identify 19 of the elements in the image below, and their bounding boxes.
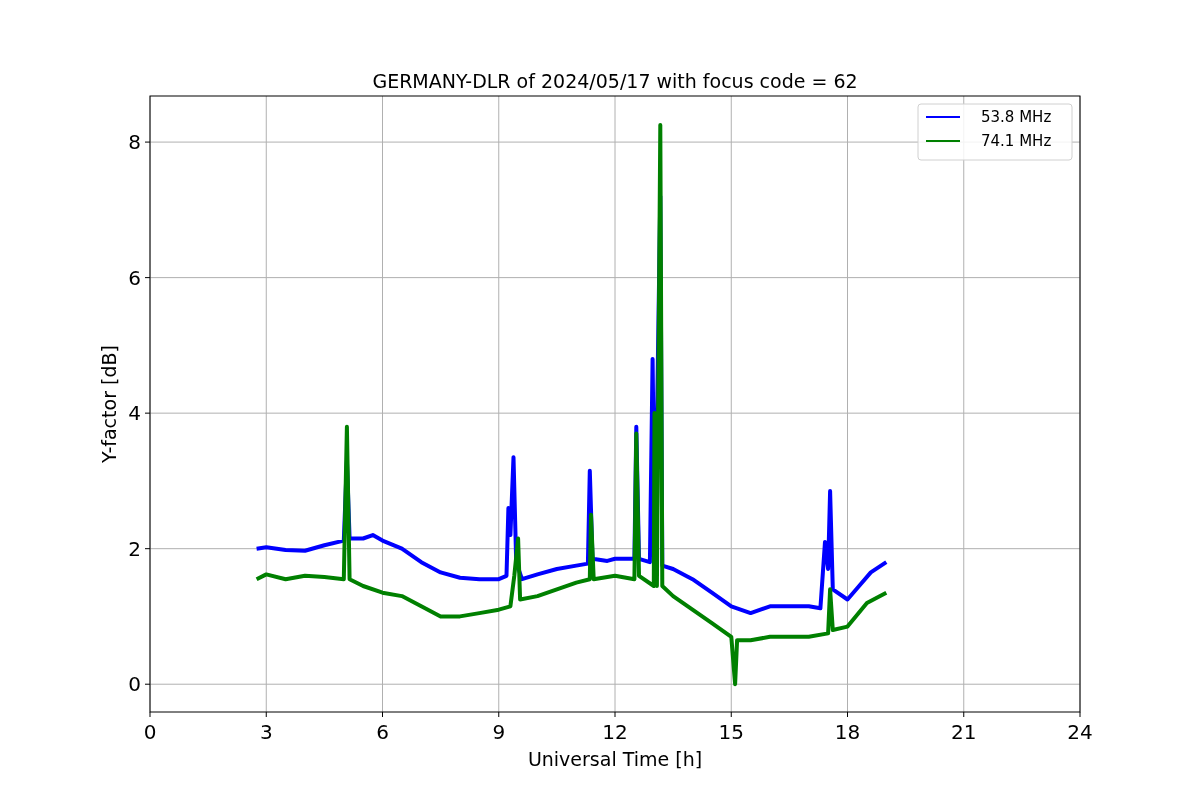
tick-label: 6 <box>128 265 141 290</box>
tick-label: 0 <box>128 672 141 697</box>
tick-label: 0 <box>143 720 157 744</box>
legend-label: 74.1 MHz <box>981 132 1052 150</box>
tick-label: 4 <box>128 401 141 426</box>
tick-label: 6 <box>376 720 389 744</box>
tick-label: 3 <box>259 720 273 744</box>
legend-label: 53.8 MHz <box>981 108 1052 126</box>
x-axis-label: Universal Time [h] <box>527 748 703 770</box>
chart-title: GERMANY-DLR of 2024/05/17 with focus code = 62 <box>372 70 858 92</box>
tick-label: 12 <box>602 720 628 744</box>
tick-label: 24 <box>1067 720 1093 744</box>
tick-label: 21 <box>951 720 977 744</box>
tick-label: 18 <box>834 720 861 744</box>
tick-label: 2 <box>128 536 141 561</box>
tick-label: 15 <box>718 720 744 744</box>
tick-label: 8 <box>128 130 141 155</box>
tick-label: 9 <box>492 720 506 744</box>
y-axis-label: Y-factor [dB] <box>98 345 120 463</box>
